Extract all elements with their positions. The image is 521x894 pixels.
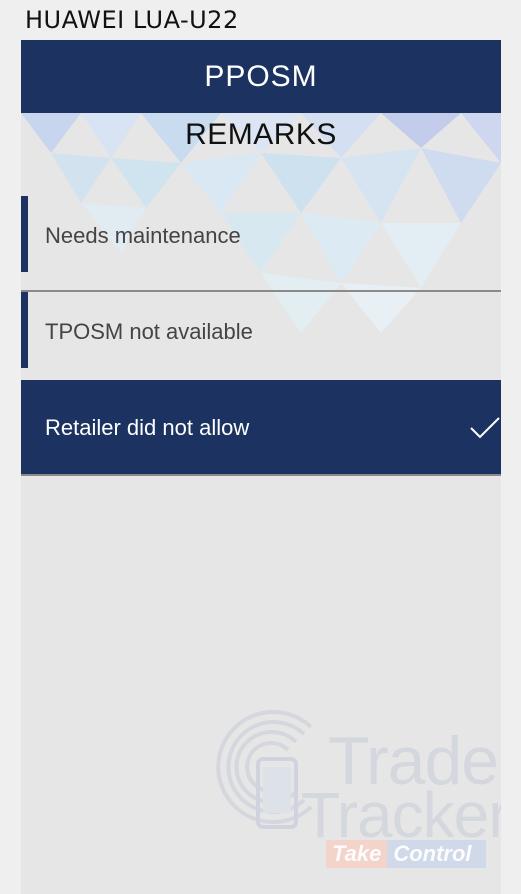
- remark-option-label: Retailer did not allow: [45, 415, 250, 440]
- tagline-control: Control: [387, 840, 486, 868]
- remark-option-tposm-not-available[interactable]: TPOSM not available: [21, 292, 501, 388]
- remark-option-needs-maintenance[interactable]: Needs maintenance: [21, 196, 501, 292]
- tagline-take: Take: [326, 840, 388, 868]
- option-indicator-bar: [21, 292, 28, 368]
- trade-tracker-watermark: Trade Tracker Take Control: [216, 702, 501, 892]
- remark-option-label: Needs maintenance: [45, 223, 241, 248]
- remark-option-retailer-did-not-allow[interactable]: Retailer did not allow: [21, 380, 501, 476]
- app-header: PPOSM: [21, 40, 501, 113]
- divider: [21, 474, 501, 476]
- section-title: REMARKS: [185, 118, 337, 151]
- phone-icon: [256, 757, 298, 829]
- option-indicator-bar: [21, 196, 28, 272]
- checkmark-icon: [470, 417, 500, 439]
- watermark-tagline: Take Control: [326, 840, 486, 868]
- header-title: PPOSM: [204, 59, 318, 93]
- remark-option-label: TPOSM not available: [45, 319, 253, 344]
- device-model-label: HUAWEI LUA-U22: [25, 6, 239, 34]
- app-screen: PPOSM REMARKS Needs maintenance TPOSM no…: [21, 40, 501, 894]
